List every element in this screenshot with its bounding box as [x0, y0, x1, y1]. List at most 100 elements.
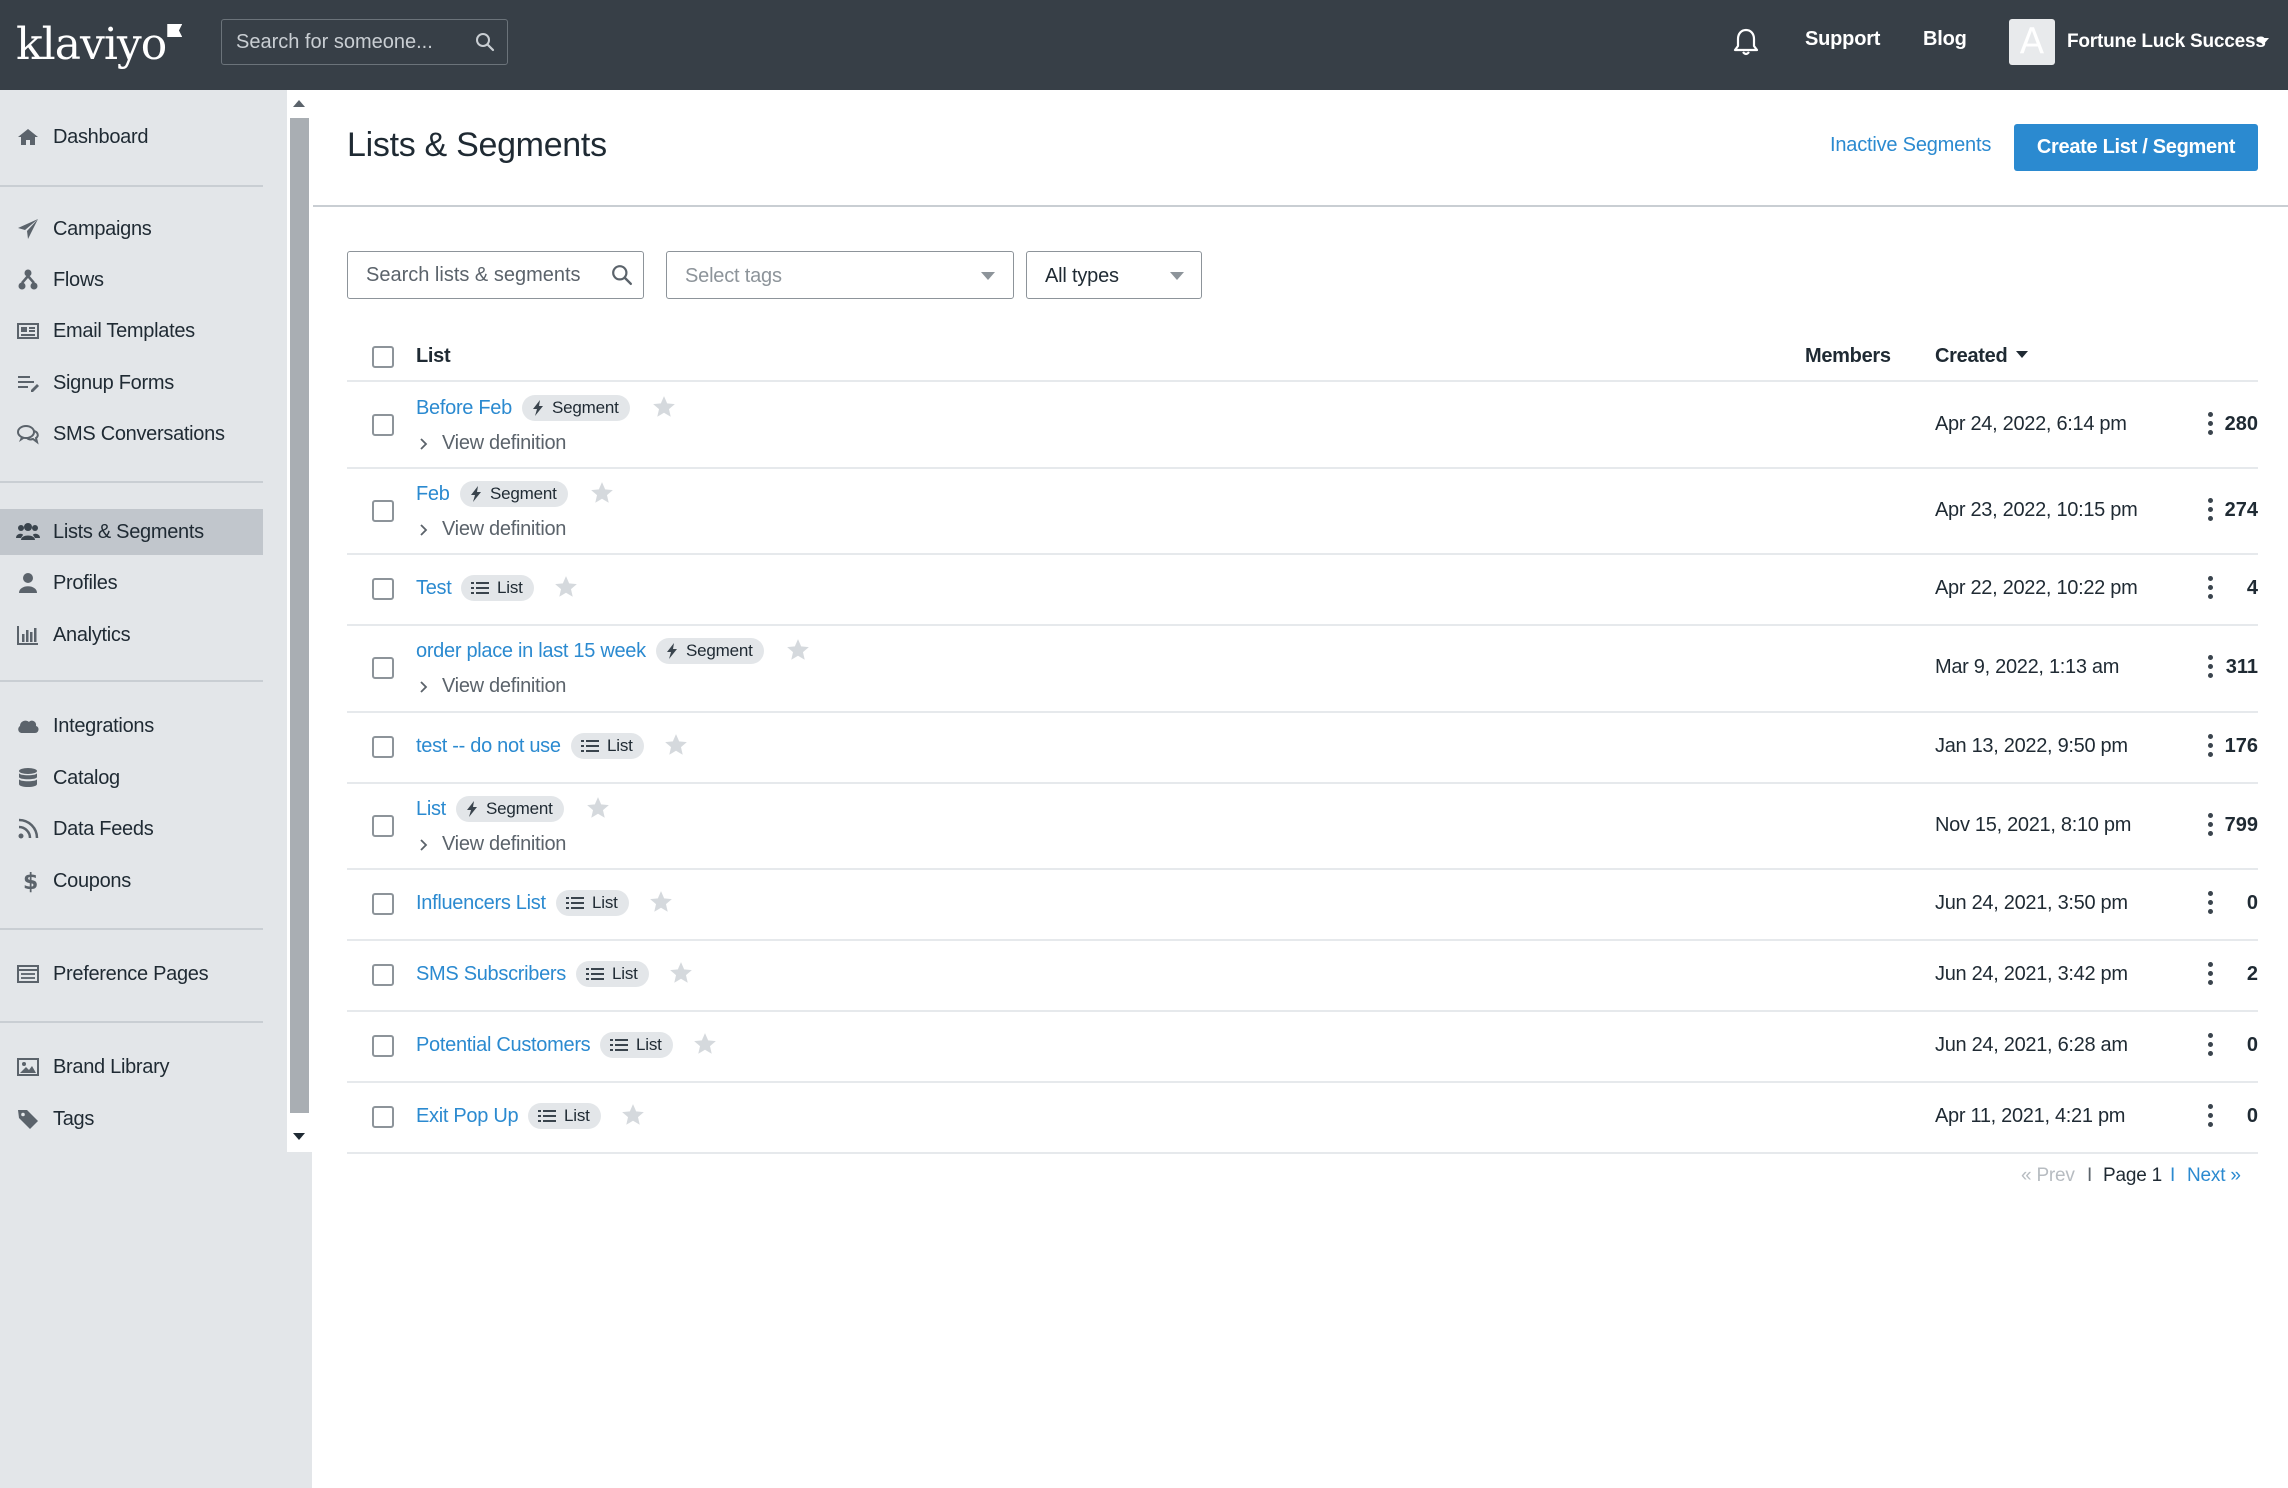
table-row[interactable]: Test List 4 Apr 22, 2022, 10:22 pm — [347, 554, 2258, 624]
more-options-icon[interactable] — [2200, 1100, 2220, 1134]
table-row[interactable]: Feb Segment View definition 274 Apr 23, 2022… — [347, 468, 2258, 553]
more-options-icon[interactable] — [2200, 730, 2220, 764]
bell-icon[interactable] — [1733, 27, 1759, 62]
list-icon — [586, 967, 612, 981]
more-options-icon[interactable] — [2200, 809, 2220, 843]
star-icon[interactable] — [620, 1102, 646, 1128]
row-checkbox[interactable] — [372, 964, 394, 986]
type-filter-dropdown[interactable]: All types — [1026, 251, 1202, 299]
star-icon[interactable] — [651, 394, 677, 420]
sidebar-item-tags[interactable]: Tags — [0, 1096, 263, 1142]
row-checkbox[interactable] — [372, 1106, 394, 1128]
table-row[interactable]: order place in last 15 week Segment View d… — [347, 625, 2258, 711]
list-name-link[interactable]: test -- do not use — [416, 735, 561, 758]
sidebar-item-preference-pages[interactable]: Preference Pages — [0, 951, 263, 997]
sidebar-item-dashboard[interactable]: Dashboard — [0, 114, 263, 160]
search-icon[interactable] — [611, 264, 633, 291]
inactive-segments-link[interactable]: Inactive Segments — [1830, 134, 1991, 157]
row-checkbox[interactable] — [372, 893, 394, 915]
list-name-link[interactable]: Test — [416, 577, 452, 600]
users-icon — [16, 523, 40, 540]
create-list-segment-button[interactable]: Create List / Segment — [2014, 124, 2258, 171]
sidebar-item-data-feeds[interactable]: Data Feeds — [0, 806, 263, 852]
sidebar-scrollbar-thumb[interactable] — [290, 118, 309, 1113]
support-link[interactable]: Support — [1805, 28, 1880, 51]
more-options-icon[interactable] — [2200, 572, 2220, 606]
table-row[interactable]: Before Feb Segment View definition 280 Apr 2… — [347, 382, 2258, 467]
row-checkbox[interactable] — [372, 657, 394, 679]
sidebar-item-label: Dashboard — [53, 126, 149, 148]
more-options-icon[interactable] — [2200, 1029, 2220, 1063]
global-search-input[interactable] — [222, 20, 462, 64]
list-name-link[interactable]: order place in last 15 week — [416, 640, 646, 663]
more-options-icon[interactable] — [2200, 651, 2220, 685]
sidebar-item-analytics[interactable]: Analytics — [0, 612, 263, 658]
table-row[interactable]: List Segment View definition 799 Nov 15, 202… — [347, 783, 2258, 868]
blog-link[interactable]: Blog — [1923, 28, 1967, 51]
star-icon[interactable] — [668, 960, 694, 986]
sidebar-item-flows[interactable]: Flows — [0, 257, 263, 303]
sidebar-item-label: Campaigns — [53, 218, 152, 240]
star-icon[interactable] — [663, 732, 689, 758]
sidebar-item-campaigns[interactable]: Campaigns — [0, 206, 263, 252]
chevron-right-icon — [419, 523, 442, 537]
list-name-link[interactable]: Potential Customers — [416, 1034, 591, 1057]
select-all-checkbox[interactable] — [372, 346, 394, 368]
star-icon[interactable] — [553, 574, 579, 600]
cloud-icon — [18, 720, 39, 733]
scroll-down-arrow-icon[interactable] — [293, 1133, 305, 1140]
list-name-link[interactable]: SMS Subscribers — [416, 963, 566, 986]
column-header-created[interactable]: Created — [1935, 345, 2029, 368]
row-checkbox[interactable] — [372, 1035, 394, 1057]
list-name-link[interactable]: Influencers List — [416, 892, 546, 915]
sidebar-divider — [0, 185, 263, 187]
star-icon[interactable] — [648, 889, 674, 915]
view-definition-toggle[interactable]: View definition — [419, 518, 566, 541]
next-page-link[interactable]: Next » — [2187, 1165, 2241, 1187]
table-row[interactable]: Potential Customers List 0 Jun 24, 2021, 6:… — [347, 1011, 2258, 1081]
more-options-icon[interactable] — [2200, 408, 2220, 442]
star-icon[interactable] — [585, 795, 611, 821]
view-definition-toggle[interactable]: View definition — [419, 675, 566, 698]
sidebar-item-coupons[interactable]: $ Coupons — [0, 858, 263, 904]
sidebar-item-integrations[interactable]: Integrations — [0, 703, 263, 749]
sidebar-item-brand-library[interactable]: Brand Library — [0, 1044, 263, 1090]
lists-search-input[interactable] — [348, 252, 598, 298]
more-options-icon[interactable] — [2200, 494, 2220, 528]
search-icon[interactable] — [475, 32, 495, 57]
star-icon[interactable] — [589, 480, 615, 506]
list-name-link[interactable]: Exit Pop Up — [416, 1105, 519, 1128]
row-checkbox[interactable] — [372, 815, 394, 837]
list-name-link[interactable]: Feb — [416, 483, 450, 506]
column-header-members[interactable]: Members — [1805, 345, 1891, 368]
table-row[interactable]: Influencers List List 0 Jun 24, 2021, 3:50 … — [347, 869, 2258, 939]
klaviyo-logo[interactable]: klaviyo — [16, 18, 183, 72]
view-definition-toggle[interactable]: View definition — [419, 432, 566, 455]
table-row[interactable]: Exit Pop Up List 0 Apr 11, 2021, 4:21 pm — [347, 1082, 2258, 1152]
list-name-link[interactable]: List — [416, 798, 446, 821]
scroll-up-arrow-icon[interactable] — [293, 100, 305, 107]
row-checkbox[interactable] — [372, 500, 394, 522]
avatar[interactable]: A — [2009, 19, 2055, 65]
row-checkbox[interactable] — [372, 414, 394, 436]
select-tags-dropdown[interactable]: Select tags — [666, 251, 1014, 299]
created-date: Apr 11, 2021, 4:21 pm — [1935, 1105, 2126, 1127]
sidebar-item-catalog[interactable]: Catalog — [0, 755, 263, 801]
type-badge: List — [600, 1032, 673, 1058]
row-checkbox[interactable] — [372, 736, 394, 758]
table-row[interactable]: test -- do not use List 176 Jan 13, 2022, 9… — [347, 712, 2258, 782]
view-definition-toggle[interactable]: View definition — [419, 833, 566, 856]
more-options-icon[interactable] — [2200, 887, 2220, 921]
more-options-icon[interactable] — [2200, 958, 2220, 992]
chevron-down-icon[interactable] — [2257, 38, 2269, 45]
sidebar-item-email-templates[interactable]: Email Templates — [0, 308, 263, 354]
list-name-link[interactable]: Before Feb — [416, 397, 512, 420]
sidebar-item-sms-conversations[interactable]: SMS Conversations — [0, 411, 263, 457]
row-checkbox[interactable] — [372, 578, 394, 600]
newspaper-icon — [17, 323, 39, 339]
account-name[interactable]: Fortune Luck Success — [2067, 31, 2266, 53]
sidebar-item-profiles[interactable]: Profiles — [0, 560, 263, 606]
sidebar-item-lists-segments[interactable]: Lists & Segments — [0, 509, 263, 555]
table-row[interactable]: SMS Subscribers List 2 Jun 24, 2021, 3:42 p… — [347, 940, 2258, 1010]
sidebar-item-signup-forms[interactable]: Signup Forms — [0, 360, 263, 406]
